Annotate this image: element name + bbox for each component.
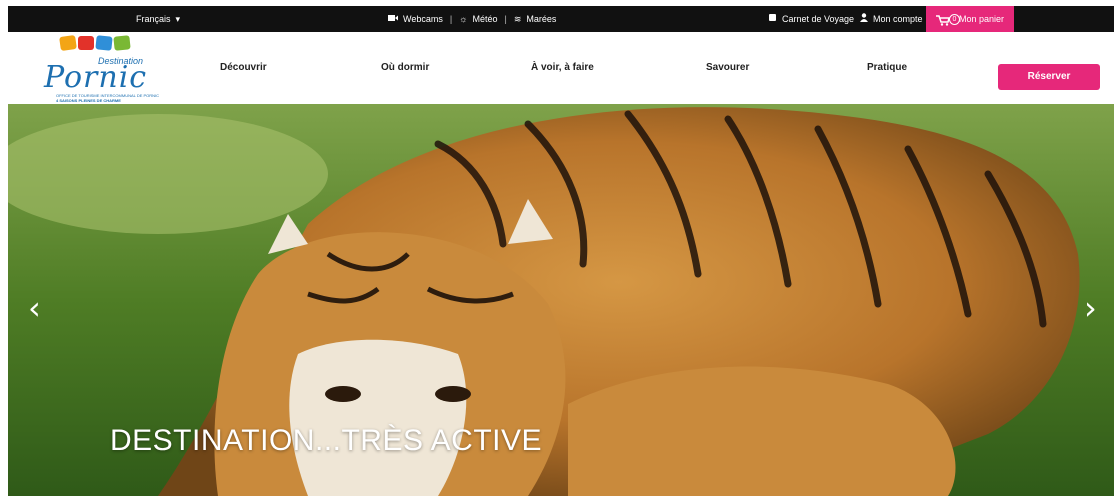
cart-button[interactable]: 0 Mon panier bbox=[926, 6, 1015, 32]
logo-tagline-2: 4 SAISONS PLEINES DE CHARME bbox=[56, 98, 121, 103]
logo-name-text: Pornic bbox=[44, 60, 148, 95]
cart-count-badge: 0 bbox=[949, 14, 960, 25]
webcams-link[interactable]: Webcams bbox=[403, 6, 443, 32]
video-camera-icon bbox=[388, 6, 398, 32]
caret-down-icon: ▾ bbox=[175, 14, 181, 24]
carnet-label: Carnet de Voyage bbox=[782, 14, 855, 24]
logo-tagline: OFFICE DE TOURISME INTERCOMMUNAL DE PORN… bbox=[56, 93, 159, 103]
nav-pratique[interactable]: Pratique bbox=[867, 32, 907, 104]
hero-slider: ‹ › DESTINATION...TRÈS ACTIVE bbox=[8, 104, 1114, 496]
user-icon bbox=[860, 6, 868, 32]
nav-ou-dormir[interactable]: Où dormir bbox=[381, 32, 429, 104]
marees-link[interactable]: Marées bbox=[526, 6, 556, 32]
cart-label: Mon panier bbox=[959, 14, 1005, 24]
hero-title: DESTINATION...TRÈS ACTIVE bbox=[110, 424, 543, 457]
top-bar: Français ▾ Webcams | ☼ Météo | ≋ Marées … bbox=[8, 6, 1114, 32]
nav-savourer[interactable]: Savourer bbox=[706, 32, 749, 104]
next-slide-arrow-icon[interactable]: › bbox=[1084, 292, 1097, 324]
account-link[interactable]: Mon compte bbox=[860, 6, 923, 32]
sun-icon: ☼ bbox=[459, 14, 468, 24]
account-label: Mon compte bbox=[873, 14, 923, 24]
book-icon bbox=[768, 6, 777, 32]
separator: | bbox=[449, 14, 453, 24]
language-selector[interactable]: Français ▾ bbox=[136, 6, 180, 32]
waves-icon: ≋ bbox=[513, 14, 522, 24]
nav-a-voir-a-faire[interactable]: À voir, à faire bbox=[531, 32, 594, 104]
meteo-link[interactable]: Météo bbox=[472, 6, 497, 32]
nav-decouvrir[interactable]: Découvrir bbox=[220, 32, 267, 104]
reserve-button[interactable]: Réserver bbox=[998, 64, 1100, 90]
carnet-link[interactable]: Carnet de Voyage bbox=[768, 6, 854, 32]
language-label: Français bbox=[136, 14, 171, 24]
prev-slide-arrow-icon[interactable]: ‹ bbox=[28, 292, 41, 324]
utility-links: Webcams | ☼ Météo | ≋ Marées bbox=[388, 6, 556, 32]
separator: | bbox=[504, 14, 507, 24]
main-header: Destination Pornic OFFICE DE TOURISME IN… bbox=[8, 32, 1114, 104]
logo-tiles bbox=[59, 34, 131, 52]
site-logo[interactable]: Destination Pornic OFFICE DE TOURISME IN… bbox=[38, 34, 168, 103]
cart-icon: 0 bbox=[936, 12, 960, 26]
